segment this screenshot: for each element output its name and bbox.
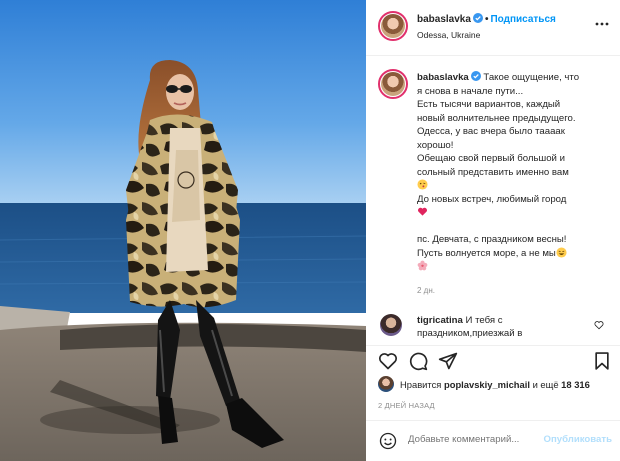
likes-summary: Нравится poplavskiy_michail и ещё 18 316 (378, 376, 618, 392)
post-header: babaslavka • Подписаться Odessa, Ukraine (366, 0, 620, 56)
comment-body-line1: И тебя с (465, 315, 503, 326)
follow-button[interactable]: Подписаться (490, 14, 555, 25)
caption-text-line: сольный представить именно вам (417, 166, 569, 178)
likes-and: и ещё (532, 379, 559, 390)
caption-text-line: пс. Девчата, с праздником весны! (417, 234, 567, 245)
emoji-line (417, 260, 613, 274)
caption-text-line: Обещаю свой первый большой и (417, 153, 565, 164)
emoji-line (417, 206, 613, 220)
action-bar (366, 346, 620, 374)
photo-scene (0, 0, 366, 461)
author-avatar[interactable] (378, 11, 408, 41)
post-timestamp[interactable]: 2 ДНЕЙ НАЗАД (378, 401, 435, 410)
liker-avatar[interactable] (378, 376, 394, 392)
separator-dot: • (484, 14, 489, 25)
caption-text-line: я снова в начале пути... (417, 85, 524, 97)
caption-text-line: Такое ощущение, что (483, 72, 580, 83)
caption-text-line: хорошо! (417, 139, 454, 151)
paper-plane-icon[interactable] (438, 351, 458, 371)
caption-area: babaslavka Такое ощущение, что я снова в… (366, 57, 620, 301)
caption-text-line: До новых встреч, любимый город (417, 193, 613, 207)
caption-text-line: Пусть волнуется море, а не мы (417, 246, 613, 261)
caption-text-line: Одесса, у вас вчера было таааак (417, 126, 565, 137)
comment-icon[interactable] (408, 351, 428, 371)
caption-text-line-sea: Пусть волнуется море, а не мы (417, 247, 556, 259)
laughing-emoji-icon (556, 246, 567, 258)
likes-prefix: Нравится (400, 379, 442, 390)
liker-username[interactable]: poplavskiy_michail (444, 379, 530, 390)
likes-count[interactable]: 18 316 (561, 379, 590, 390)
commenter-avatar[interactable] (380, 314, 402, 336)
publish-button[interactable]: Опубликовать (543, 434, 612, 445)
commenter-username[interactable]: tigricatina (417, 315, 463, 326)
caption-text-line: Есть тысячи вариантов, каждый (417, 99, 561, 110)
caption-avatar[interactable] (378, 69, 408, 99)
heart-icon[interactable] (378, 351, 398, 371)
author-row: babaslavka • Подписаться (417, 13, 556, 25)
verified-badge-icon (472, 13, 483, 23)
caption-text-line-goodbye: До новых встреч, любимый город (417, 193, 567, 205)
bookmark-icon[interactable] (592, 351, 612, 371)
red-heart-emoji-icon (417, 207, 428, 216)
kiss-emoji-icon (417, 179, 428, 190)
caption-line-1: babaslavka Такое ощущение, что (417, 71, 613, 85)
blossom-emoji-icon (417, 260, 428, 271)
post-side-panel: babaslavka • Подписаться Odessa, Ukraine b… (366, 0, 620, 461)
comment-like-heart-icon[interactable] (594, 320, 604, 330)
caption-username[interactable]: babaslavka (417, 72, 469, 83)
comment-text: tigricatina И тебя с праздником,приезжай… (417, 314, 587, 340)
likes-text: Нравится poplavskiy_michail и ещё 18 316 (400, 379, 590, 390)
smiley-icon[interactable] (379, 432, 397, 450)
post-photo[interactable] (0, 0, 366, 461)
caption-text: babaslavka Такое ощущение, что я снова в… (417, 71, 613, 274)
caption-text-line: новый волнительнее предыдущего. (417, 112, 576, 124)
more-horizontal-icon[interactable] (594, 16, 610, 32)
comment-item: tigricatina И тебя с праздником,приезжай… (366, 310, 620, 342)
verified-badge-icon (470, 71, 481, 81)
comment-input[interactable] (408, 434, 538, 445)
add-comment-bar: Опубликовать (366, 420, 620, 461)
emoji-line (417, 179, 613, 193)
comment-body-line2: праздником,приезжай в (417, 328, 523, 339)
post-location[interactable]: Odessa, Ukraine (417, 30, 480, 40)
author-username[interactable]: babaslavka (417, 14, 471, 25)
caption-time[interactable]: 2 дн. (417, 286, 435, 295)
